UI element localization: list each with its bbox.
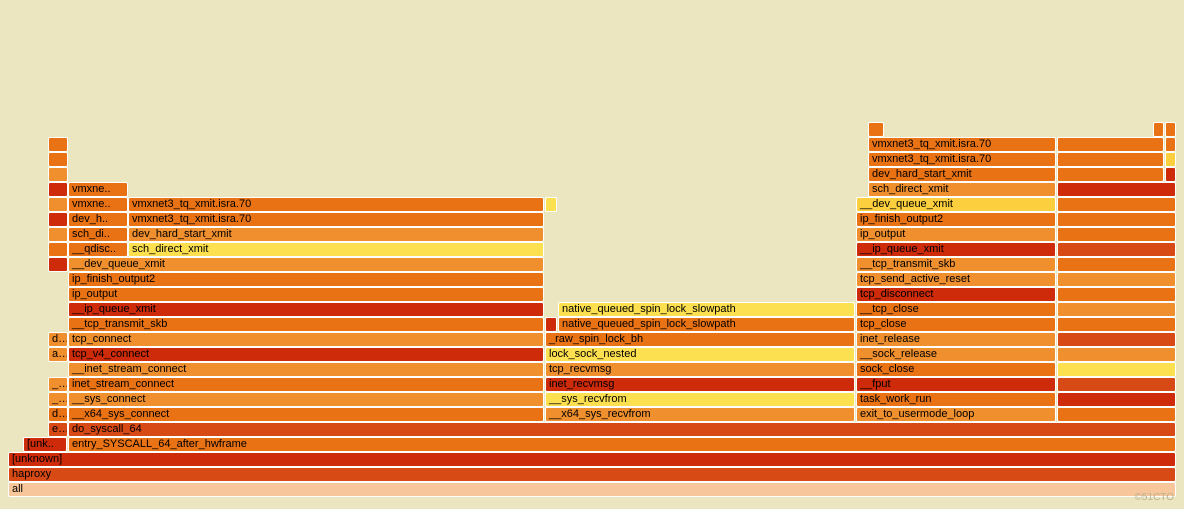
frame-anon[interactable] [48,212,68,227]
frame-dev-h-[interactable]: dev_h.. [68,212,128,227]
frame-anon[interactable] [48,152,68,167]
frame-d-[interactable]: d.. [48,332,68,347]
frame-entry-syscall-64-after-hwframe[interactable]: entry_SYSCALL_64_after_hwframe [68,437,1176,452]
frame-anon[interactable] [1057,347,1176,362]
frame-tcp-recvmsg[interactable]: tcp_recvmsg [545,362,855,377]
frame-ip-finish-output2[interactable]: ip_finish_output2 [856,212,1056,227]
frame-anon[interactable] [1057,167,1164,182]
frame-anon[interactable] [1057,197,1176,212]
frame--dev-queue-xmit[interactable]: __dev_queue_xmit [68,257,544,272]
frame--x64-sys-recvfrom[interactable]: __x64_sys_recvfrom [545,407,855,422]
watermark-text: ©51CTO [1135,492,1174,503]
frame-anon[interactable] [48,227,68,242]
frame--dev-queue-xmit[interactable]: __dev_queue_xmit [856,197,1056,212]
frame-inet-release[interactable]: inet_release [856,332,1056,347]
frame-anon[interactable] [48,137,68,152]
flame-graph: allhaproxy[unknown][unk..entry_SYSCALL_6… [8,57,1176,497]
frame-inet-stream-connect[interactable]: inet_stream_connect [68,377,544,392]
frame-anon[interactable] [48,197,68,212]
frame-anon[interactable] [1057,272,1176,287]
frame--[interactable]: _.. [48,392,68,407]
frame-anon[interactable] [1165,122,1176,137]
frame-vmxnet3-tq-xmit-isra-70[interactable]: vmxnet3_tq_xmit.isra.70 [128,212,544,227]
frame-anon[interactable] [1057,227,1176,242]
frame--sock-release[interactable]: __sock_release [856,347,1056,362]
frame-sch-direct-xmit[interactable]: sch_direct_xmit [868,182,1056,197]
frame-vmxne-[interactable]: vmxne.. [68,182,128,197]
frame-anon[interactable] [1057,302,1176,317]
frame-anon[interactable] [1165,152,1176,167]
frame-anon[interactable] [1057,137,1164,152]
frame--[interactable]: _.. [48,377,68,392]
frame--sys-connect[interactable]: __sys_connect [68,392,544,407]
frame-tcp-close[interactable]: tcp_close [856,317,1056,332]
frame--tcp-transmit-skb[interactable]: __tcp_transmit_skb [68,317,544,332]
frame-tcp-disconnect[interactable]: tcp_disconnect [856,287,1056,302]
frame-ip-finish-output2[interactable]: ip_finish_output2 [68,272,544,287]
frame--qdisc-[interactable]: __qdisc.. [68,242,128,257]
frame-anon[interactable] [48,167,68,182]
frame--sys-recvfrom[interactable]: __sys_recvfrom [545,392,855,407]
frame-anon[interactable] [1153,122,1164,137]
frame-sock-close[interactable]: sock_close [856,362,1056,377]
frame-anon[interactable] [1057,242,1176,257]
frame--fput[interactable]: __fput [856,377,1056,392]
frame-al-[interactable]: al.. [48,347,68,362]
frame-dev-hard-start-xmit[interactable]: dev_hard_start_xmit [128,227,544,242]
frame-all[interactable]: all [8,482,1176,497]
frame-anon[interactable] [868,122,884,137]
frame--tcp-transmit-skb[interactable]: __tcp_transmit_skb [856,257,1056,272]
frame-haproxy[interactable]: haproxy [8,467,1176,482]
frame-inet-recvmsg[interactable]: inet_recvmsg [545,377,855,392]
frame-d-[interactable]: d.. [48,407,68,422]
frame-vmxnet3-tq-xmit-isra-70[interactable]: vmxnet3_tq_xmit.isra.70 [868,152,1056,167]
frame-vmxnet3-tq-xmit-isra-70[interactable]: vmxnet3_tq_xmit.isra.70 [868,137,1056,152]
frame-e-[interactable]: e.. [48,422,68,437]
frame-dev-hard-start-xmit[interactable]: dev_hard_start_xmit [868,167,1056,182]
frame-tcp-v4-connect[interactable]: tcp_v4_connect [68,347,544,362]
frame-tcp-connect[interactable]: tcp_connect [68,332,544,347]
frame-lock-sock-nested[interactable]: lock_sock_nested [545,347,855,362]
frame-anon[interactable] [1057,287,1176,302]
frame-anon[interactable] [1057,332,1176,347]
frame-anon[interactable] [1057,407,1176,422]
frame-task-work-run[interactable]: task_work_run [856,392,1056,407]
frame-sch-direct-xmit[interactable]: sch_direct_xmit [128,242,544,257]
frame-vmxne-[interactable]: vmxne.. [68,197,128,212]
frame--unk-[interactable]: [unk.. [23,437,67,452]
frame-do-syscall-64[interactable]: do_syscall_64 [68,422,1176,437]
frame-exit-to-usermode-loop[interactable]: exit_to_usermode_loop [856,407,1056,422]
frame-anon[interactable] [48,242,68,257]
frame-anon[interactable] [1165,167,1176,182]
frame--tcp-close[interactable]: __tcp_close [856,302,1056,317]
frame-vmxnet3-tq-xmit-isra-70[interactable]: vmxnet3_tq_xmit.isra.70 [128,197,544,212]
frame-anon[interactable] [1057,152,1164,167]
frame--unknown-[interactable]: [unknown] [8,452,1176,467]
frame-anon[interactable] [48,182,68,197]
frame-anon[interactable] [48,257,68,272]
frame-anon[interactable] [1057,212,1176,227]
frame--inet-stream-connect[interactable]: __inet_stream_connect [68,362,544,377]
frame--ip-queue-xmit[interactable]: __ip_queue_xmit [856,242,1056,257]
frame-anon[interactable] [1057,182,1176,197]
frame-native-queued-spin-lock-slowpath[interactable]: native_queued_spin_lock_slowpath [558,302,855,317]
frame-anon[interactable] [1057,317,1176,332]
frame-tcp-send-active-reset[interactable]: tcp_send_active_reset [856,272,1056,287]
frame-anon[interactable] [1057,362,1176,377]
frame-anon[interactable] [1057,377,1176,392]
frame-ip-output[interactable]: ip_output [68,287,544,302]
frame-anon[interactable] [1057,257,1176,272]
frame-anon[interactable] [1165,137,1176,152]
frame--raw-spin-lock-bh[interactable]: _raw_spin_lock_bh [545,332,855,347]
frame-anon[interactable] [1057,392,1176,407]
frame-anon[interactable] [545,197,557,212]
frame-native-queued-spin-lock-slowpath[interactable]: native_queued_spin_lock_slowpath [558,317,855,332]
frame-anon[interactable] [545,317,557,332]
frame-ip-output[interactable]: ip_output [856,227,1056,242]
frame-sch-di-[interactable]: sch_di.. [68,227,128,242]
frame--ip-queue-xmit[interactable]: __ip_queue_xmit [68,302,544,317]
frame--x64-sys-connect[interactable]: __x64_sys_connect [68,407,544,422]
